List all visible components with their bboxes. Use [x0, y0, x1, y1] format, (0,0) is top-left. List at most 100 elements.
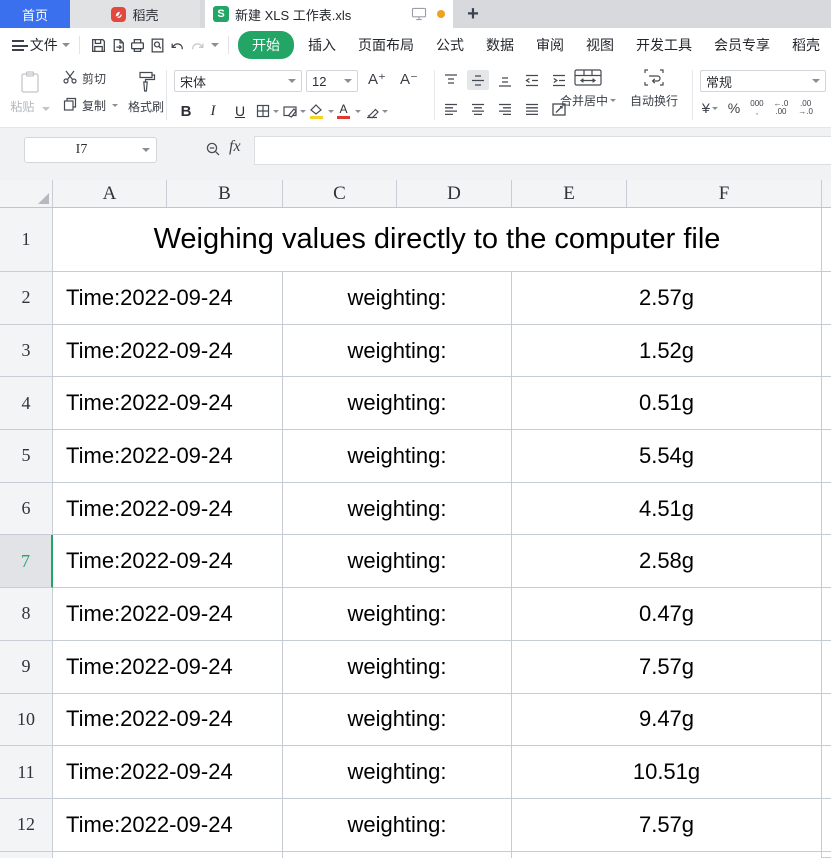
menu-tab-developer[interactable]: 开发工具	[625, 31, 703, 59]
cell-sliver[interactable]	[822, 325, 831, 378]
cut-button[interactable]: 剪切	[62, 69, 118, 88]
undo-button[interactable]	[168, 33, 188, 57]
decrease-indent-button[interactable]	[521, 70, 543, 90]
cell-sliver[interactable]	[822, 208, 831, 272]
eraser-button[interactable]	[364, 100, 388, 122]
column-header-a[interactable]: A	[53, 180, 167, 207]
tab-home[interactable]: 首页	[0, 0, 70, 28]
cell-weight-value[interactable]	[512, 852, 822, 858]
cell-sliver[interactable]	[822, 377, 831, 430]
borders-button[interactable]	[255, 100, 279, 122]
align-top-button[interactable]	[440, 70, 462, 90]
row-header[interactable]: 10	[0, 694, 53, 747]
paste-button[interactable]: 粘贴	[8, 66, 52, 115]
cell-weight-value[interactable]: 5.54g	[512, 430, 822, 483]
cell-weighting-label[interactable]: weighting:	[283, 694, 512, 747]
cell-weighting-label[interactable]: weighting:	[283, 535, 512, 588]
cell-weight-value[interactable]: 0.51g	[512, 377, 822, 430]
row-header[interactable]: 6	[0, 483, 53, 536]
cell-sliver[interactable]	[822, 535, 831, 588]
cell-time[interactable]: Time:2022-09-24	[53, 694, 283, 747]
cell-time[interactable]: Time:2022-09-24	[53, 588, 283, 641]
cell-weighting-label[interactable]: weighting:	[283, 325, 512, 378]
menu-tab-home[interactable]: 开始	[238, 31, 294, 59]
decrease-font-button[interactable]: A⁻	[400, 70, 418, 88]
cell-time[interactable]: Time:2022-09-24	[53, 799, 283, 852]
cell-weight-value[interactable]: 1.52g	[512, 325, 822, 378]
cell-sliver[interactable]	[822, 483, 831, 536]
thousands-separator-button[interactable]: 000,	[750, 100, 763, 116]
align-bottom-button[interactable]	[494, 70, 516, 90]
cell-weighting-label[interactable]: weighting:	[283, 799, 512, 852]
fx-label[interactable]: fx	[229, 138, 241, 156]
row-header[interactable]: 8	[0, 588, 53, 641]
cell-weighting-label[interactable]: weighting:	[283, 588, 512, 641]
column-header-e[interactable]: E	[512, 180, 627, 207]
cell-sliver[interactable]	[822, 588, 831, 641]
font-color-caret-icon[interactable]	[355, 110, 361, 113]
name-box[interactable]: I7	[24, 137, 157, 163]
cell-weighting-label[interactable]: weighting:	[283, 641, 512, 694]
menu-tab-data[interactable]: 数据	[475, 31, 525, 59]
decrease-decimal-button[interactable]: ←.0.00	[774, 100, 789, 116]
cell-sliver[interactable]	[822, 430, 831, 483]
cell-weight-value[interactable]: 2.58g	[512, 535, 822, 588]
menu-tab-insert[interactable]: 插入	[297, 31, 347, 59]
align-center-button[interactable]	[467, 99, 489, 119]
format-painter-button[interactable]: 格式刷	[128, 66, 164, 115]
cell-shading-button[interactable]	[282, 100, 306, 122]
cell-time[interactable]	[53, 852, 283, 858]
cell-sliver[interactable]	[822, 272, 831, 325]
new-tab-button[interactable]: +	[453, 0, 493, 28]
redo-button[interactable]	[187, 33, 207, 57]
increase-font-button[interactable]: A⁺	[368, 70, 386, 88]
menu-tab-review[interactable]: 审阅	[525, 31, 575, 59]
cell-sliver[interactable]	[822, 746, 831, 799]
currency-button[interactable]: ¥	[702, 100, 718, 116]
merge-center-button[interactable]: 合并居中	[560, 68, 616, 109]
cell-weight-value[interactable]: 0.47g	[512, 588, 822, 641]
tab-document[interactable]: S 新建 XLS 工作表.xls	[205, 0, 453, 28]
hamburger-menu-icon[interactable]	[12, 40, 24, 51]
menu-tab-membership[interactable]: 会员专享	[703, 31, 781, 59]
row-header[interactable]: 9	[0, 641, 53, 694]
underline-button[interactable]: U	[228, 100, 252, 122]
italic-button[interactable]: I	[201, 100, 225, 122]
cell-time[interactable]: Time:2022-09-24	[53, 430, 283, 483]
save-button[interactable]	[88, 33, 108, 57]
font-size-select[interactable]: 12	[306, 70, 358, 92]
align-right-button[interactable]	[494, 99, 516, 119]
column-header-c[interactable]: C	[283, 180, 397, 207]
cell-sliver[interactable]	[822, 799, 831, 852]
percent-button[interactable]: %	[728, 100, 740, 116]
cell-time[interactable]: Time:2022-09-24	[53, 377, 283, 430]
row-header[interactable]: 7	[0, 535, 53, 588]
bold-button[interactable]: B	[174, 100, 198, 122]
row-header[interactable]: 11	[0, 746, 53, 799]
file-menu-caret-icon[interactable]	[62, 43, 70, 47]
fill-color-button[interactable]	[309, 100, 323, 122]
number-format-select[interactable]: 常规	[700, 70, 826, 92]
export-button[interactable]	[108, 33, 128, 57]
row-header[interactable]: 2	[0, 272, 53, 325]
row-header[interactable]	[0, 852, 53, 858]
cell-time[interactable]: Time:2022-09-24	[53, 535, 283, 588]
cell-sliver[interactable]	[822, 852, 831, 858]
row-header[interactable]: 4	[0, 377, 53, 430]
cell-time[interactable]: Time:2022-09-24	[53, 641, 283, 694]
column-header-f[interactable]: F	[627, 180, 822, 207]
row-header[interactable]: 12	[0, 799, 53, 852]
align-middle-button[interactable]	[467, 70, 489, 90]
increase-decimal-button[interactable]: .00→.0	[798, 100, 813, 116]
cell-time[interactable]: Time:2022-09-24	[53, 483, 283, 536]
cell-weight-value[interactable]: 7.57g	[512, 799, 822, 852]
cell-weighting-label[interactable]: weighting:	[283, 746, 512, 799]
column-header-d[interactable]: D	[397, 180, 512, 207]
font-color-button[interactable]: A	[337, 100, 350, 122]
select-all-corner[interactable]	[0, 180, 53, 207]
menu-tab-page-layout[interactable]: 页面布局	[347, 31, 425, 59]
fill-color-caret-icon[interactable]	[328, 110, 334, 113]
cell-weight-value[interactable]: 2.57g	[512, 272, 822, 325]
quick-access-caret-icon[interactable]	[211, 43, 219, 47]
justify-button[interactable]	[521, 99, 543, 119]
